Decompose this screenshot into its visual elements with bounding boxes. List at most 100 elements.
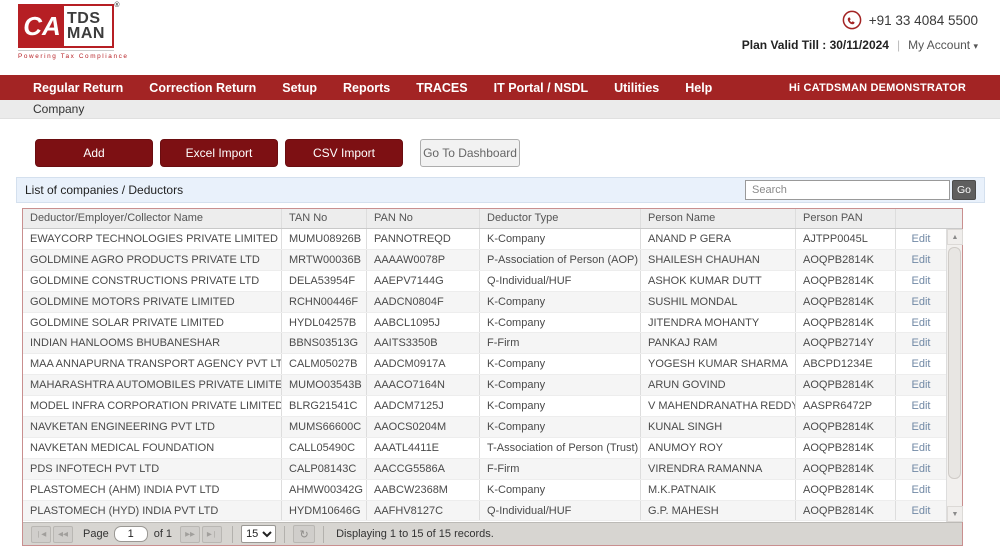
previous-page-button[interactable]: ◀◀ xyxy=(53,525,73,543)
my-account-menu[interactable]: My Account ▾ xyxy=(908,38,978,52)
table-row[interactable]: PLASTOMECH (AHM) INDIA PVT LTD AHMW00342… xyxy=(23,479,946,501)
table-row[interactable]: PDS INFOTECH PVT LTD CALP08143C AACCG558… xyxy=(23,458,946,480)
pan-cell: PANNOTREQD xyxy=(367,229,480,249)
nav-item[interactable]: Reports xyxy=(330,81,403,95)
nav-item[interactable]: Setup xyxy=(269,81,330,95)
edit-link[interactable]: Edit xyxy=(912,505,931,517)
nav-item[interactable]: TRACES xyxy=(403,81,480,95)
deductor-name-cell: GOLDMINE CONSTRUCTIONS PRIVATE LTD xyxy=(23,270,282,291)
person-pan-cell: ABCPD1234E xyxy=(796,354,896,375)
scroll-up-icon[interactable]: ▲ xyxy=(947,229,963,245)
nav-item[interactable]: IT Portal / NSDL xyxy=(481,81,601,95)
table-row[interactable]: MAA ANNAPURNA TRANSPORT AGENCY PVT LTD C… xyxy=(23,354,946,376)
nav-item[interactable]: Utilities xyxy=(601,81,672,95)
column-header-person-pan[interactable]: Person PAN xyxy=(796,209,896,228)
deductor-type-cell: P-Association of Person (AOP) xyxy=(480,249,641,270)
first-page-button[interactable]: ❘◀ xyxy=(31,525,51,543)
edit-link[interactable]: Edit xyxy=(912,442,931,454)
table-row[interactable]: EWAYCORP TECHNOLOGIES PRIVATE LIMITED MU… xyxy=(23,229,946,250)
table-row[interactable]: GOLDMINE AGRO PRODUCTS PRIVATE LTD MRTW0… xyxy=(23,249,946,271)
person-pan-cell: AOQPB2814K xyxy=(796,458,896,479)
tan-cell: MUMO03543B xyxy=(282,375,367,396)
last-page-button[interactable]: ▶❘ xyxy=(202,525,223,543)
person-name-cell: PANKAJ RAM xyxy=(641,333,796,354)
table-row[interactable]: MAHARASHTRA AUTOMOBILES PRIVATE LIMITED … xyxy=(23,375,946,397)
edit-link[interactable]: Edit xyxy=(912,421,931,433)
edit-link[interactable]: Edit xyxy=(912,463,931,475)
refresh-icon[interactable]: ↻ xyxy=(293,525,316,543)
table-scrollbar[interactable]: ▲ ▼ xyxy=(946,229,963,522)
table-row[interactable]: NAVKETAN MEDICAL FOUNDATION CALL05490C A… xyxy=(23,437,946,459)
person-pan-cell: AJTPP0045L xyxy=(796,229,896,249)
deductor-name-cell: MAA ANNAPURNA TRANSPORT AGENCY PVT LTD xyxy=(23,354,282,375)
edit-link[interactable]: Edit xyxy=(912,233,931,245)
table-header-row: Deductor/Employer/Collector Name TAN No … xyxy=(23,209,962,229)
table-row[interactable]: INDIAN HANLOOMS BHUBANESHAR BBNS03513G A… xyxy=(23,333,946,355)
search-input[interactable] xyxy=(745,180,950,200)
pan-cell: AADCM0917A xyxy=(367,354,480,375)
edit-link[interactable]: Edit xyxy=(912,484,931,496)
pan-cell: AACCG5586A xyxy=(367,458,480,479)
search-go-button[interactable]: Go xyxy=(952,180,976,200)
table-row[interactable]: GOLDMINE SOLAR PRIVATE LIMITED HYDL04257… xyxy=(23,312,946,334)
edit-link[interactable]: Edit xyxy=(912,317,931,329)
tdsman-logo: CA TDS MAN ® Powering Tax Compliance xyxy=(18,2,127,60)
edit-link[interactable]: Edit xyxy=(912,400,931,412)
deductor-type-cell: K-Company xyxy=(480,291,641,312)
table-row[interactable]: MODEL INFRA CORPORATION PRIVATE LIMITED … xyxy=(23,396,946,418)
column-header-tan[interactable]: TAN No xyxy=(282,209,367,228)
column-header-pan[interactable]: PAN No xyxy=(367,209,480,228)
next-page-button[interactable]: ▶▶ xyxy=(180,525,201,543)
deductor-type-cell: K-Company xyxy=(480,312,641,333)
table-row[interactable]: NAVKETAN ENGINEERING PVT LTD MUMS66600C … xyxy=(23,417,946,438)
edit-link[interactable]: Edit xyxy=(912,379,931,391)
deductor-type-cell: K-Company xyxy=(480,417,641,437)
person-pan-cell: AOQPB2814K xyxy=(796,375,896,396)
nav-item[interactable]: Correction Return xyxy=(136,81,269,95)
table-body: EWAYCORP TECHNOLOGIES PRIVATE LIMITED MU… xyxy=(23,229,962,522)
excel-import-button[interactable]: Excel Import xyxy=(160,139,278,167)
nav-item[interactable]: Help xyxy=(672,81,725,95)
scroll-down-icon[interactable]: ▼ xyxy=(947,506,963,522)
nav-item[interactable]: Regular Return xyxy=(20,81,136,95)
deductor-type-cell: F-Firm xyxy=(480,333,641,354)
pan-cell: AADCN0804F xyxy=(367,291,480,312)
page-number-input[interactable] xyxy=(113,526,148,542)
go-to-dashboard-button[interactable]: Go To Dashboard xyxy=(420,139,520,167)
column-header-name[interactable]: Deductor/Employer/Collector Name xyxy=(23,209,282,228)
table-row[interactable]: PLASTOMECH (HYD) INDIA PVT LTD HYDM10646… xyxy=(23,500,946,522)
pan-cell: AAACO7164N xyxy=(367,375,480,396)
scrollbar-thumb[interactable] xyxy=(948,247,961,479)
deductor-name-cell: GOLDMINE MOTORS PRIVATE LIMITED xyxy=(23,291,282,312)
edit-link[interactable]: Edit xyxy=(912,254,931,266)
deductor-table: Deductor/Employer/Collector Name TAN No … xyxy=(22,208,963,546)
tan-cell: HYDM10646G xyxy=(282,500,367,521)
person-pan-cell: AOQPB2814K xyxy=(796,417,896,437)
csv-import-button[interactable]: CSV Import xyxy=(285,139,403,167)
person-pan-cell: AOQPB2814K xyxy=(796,249,896,270)
pan-cell: AAOCS0204M xyxy=(367,417,480,437)
deductor-type-cell: K-Company xyxy=(480,354,641,375)
add-button[interactable]: Add xyxy=(35,139,153,167)
column-header-person-name[interactable]: Person Name xyxy=(641,209,796,228)
table-row[interactable]: GOLDMINE MOTORS PRIVATE LIMITED RCHN0044… xyxy=(23,291,946,313)
page-size-select[interactable]: 15 xyxy=(241,525,277,543)
page-label: Page xyxy=(83,528,109,540)
edit-link[interactable]: Edit xyxy=(912,296,931,308)
person-name-cell: VIRENDRA RAMANNA xyxy=(641,458,796,479)
edit-link[interactable]: Edit xyxy=(912,337,931,349)
edit-link[interactable]: Edit xyxy=(912,358,931,370)
tan-cell: BLRG21541C xyxy=(282,396,367,417)
column-header-deductor-type[interactable]: Deductor Type xyxy=(480,209,641,228)
person-pan-cell: AOQPB2814K xyxy=(796,312,896,333)
deductor-name-cell: PLASTOMECH (AHM) INDIA PVT LTD xyxy=(23,479,282,500)
deductor-type-cell: K-Company xyxy=(480,479,641,500)
edit-link[interactable]: Edit xyxy=(912,275,931,287)
deductor-name-cell: INDIAN HANLOOMS BHUBANESHAR xyxy=(23,333,282,354)
person-name-cell: M.K.PATNAIK xyxy=(641,479,796,500)
tan-cell: DELA53954F xyxy=(282,270,367,291)
table-row[interactable]: GOLDMINE CONSTRUCTIONS PRIVATE LTD DELA5… xyxy=(23,270,946,292)
main-navbar: Regular Return Correction Return Setup R… xyxy=(0,75,1000,100)
pan-cell: AABCL1095J xyxy=(367,312,480,333)
deductor-type-cell: K-Company xyxy=(480,229,641,249)
